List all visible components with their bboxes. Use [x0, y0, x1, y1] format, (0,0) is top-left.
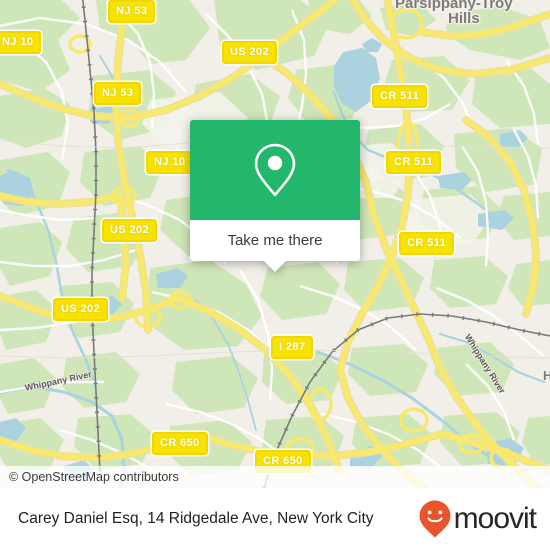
moovit-smiley-pin-icon	[419, 500, 451, 538]
road-shield-nj53-north: NJ 53	[108, 0, 156, 23]
moovit-logo[interactable]: moovit	[418, 499, 537, 539]
location-popup[interactable]: Take me there	[190, 120, 360, 272]
take-me-there-label: Take me there	[227, 232, 323, 249]
attribution-text: © OpenStreetMap contributors	[9, 470, 179, 484]
road-shield-nj53-south: NJ 53	[94, 82, 142, 105]
popup-pointer	[264, 261, 286, 272]
moovit-wordmark: moovit	[453, 502, 537, 535]
map-viewport[interactable]: NJ 53 NJ 10 NJ 53 US 202 CR 511 CR 511 C…	[0, 0, 550, 488]
road-shield-us202-north: US 202	[222, 41, 278, 64]
address-label: Carey Daniel Esq, 14 Ridgedale Ave, New …	[18, 510, 374, 527]
road-shield-i287: I 287	[271, 336, 314, 359]
road-shield-cr650-west: CR 650	[152, 432, 208, 455]
place-label-hills: Hills	[448, 10, 480, 27]
road-shield-nj10-center: NJ 10	[146, 151, 194, 174]
road-shield-us202-center: US 202	[102, 219, 158, 242]
road-shield-cr511-mid: CR 511	[386, 151, 442, 174]
moovit-map-page: NJ 53 NJ 10 NJ 53 US 202 CR 511 CR 511 C…	[0, 0, 550, 550]
bottom-info-bar: Carey Daniel Esq, 14 Ridgedale Ave, New …	[0, 488, 550, 550]
map-attribution[interactable]: © OpenStreetMap contributors	[0, 466, 550, 488]
location-pin-icon	[254, 143, 296, 197]
road-shield-nj10-west: NJ 10	[0, 31, 42, 54]
popup-footer[interactable]: Take me there	[190, 220, 360, 272]
river-label-h-clipped: H	[543, 368, 550, 383]
road-shield-cr511-north: CR 511	[372, 85, 428, 108]
popup-header	[190, 120, 360, 220]
road-shield-cr511-south: CR 511	[399, 232, 455, 255]
road-shield-us202-south: US 202	[53, 298, 109, 321]
